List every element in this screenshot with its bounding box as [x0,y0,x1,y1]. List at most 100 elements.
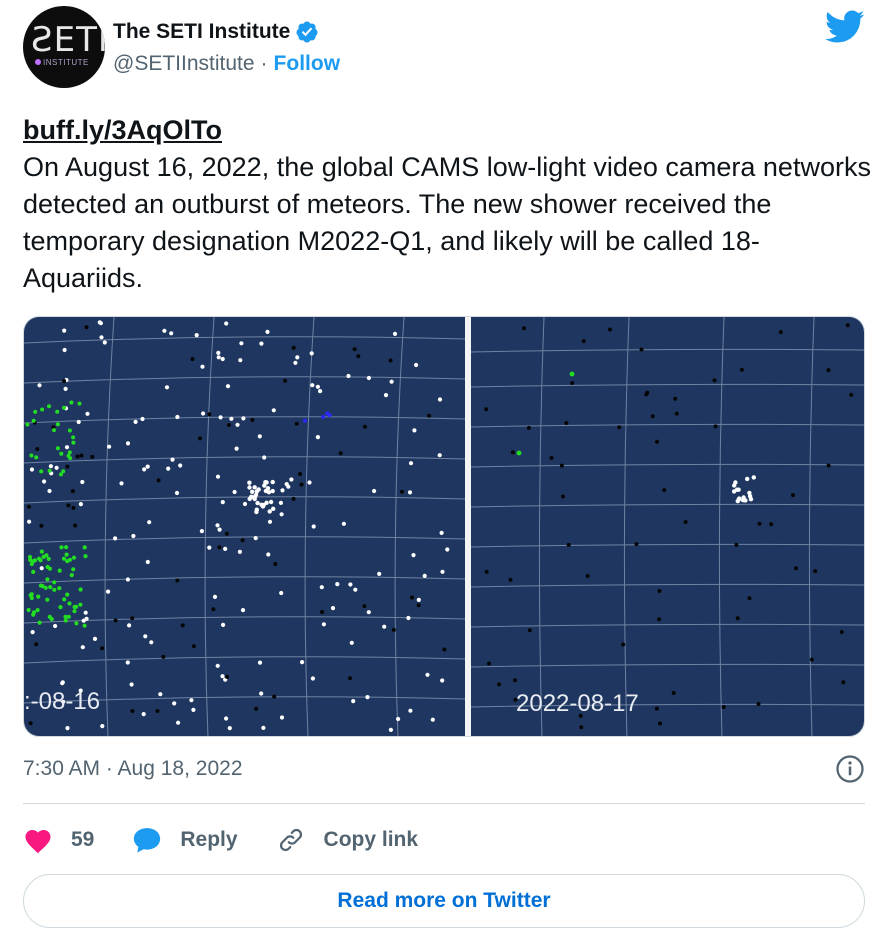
white-meteor-dot [396,716,401,722]
black-meteor-dot [62,379,67,383]
white-meteor-dot [310,383,315,388]
avatar[interactable]: ƧETI INSTITUTE [23,6,105,88]
tweet-media[interactable]: :-08-16 2022-08-17 [23,316,865,737]
white-meteor-dot [76,419,81,425]
radiant-cluster-dot [265,486,271,491]
black-meteor-dot [566,542,571,547]
white-meteor-dot [92,636,98,641]
black-meteor-dot [352,347,357,352]
white-meteor-dot [353,587,358,592]
green-meteor-dot [52,580,57,585]
black-meteor-dot [410,595,414,600]
like-button[interactable]: 59 [23,826,94,854]
white-meteor-dot [64,445,70,450]
white-meteor-dot [215,523,220,528]
black-meteor-dot [254,706,259,711]
black-meteor-dot [79,453,84,458]
green-meteor-dot [71,440,76,445]
white-meteor-dot [437,397,443,402]
green-meteor-dot [49,617,54,622]
green-meteor-dot [52,587,57,592]
info-icon[interactable] [835,754,865,784]
white-meteor-dot [47,488,52,494]
avatar-logo-text: ƧETI [31,20,105,60]
white-meteor-dot [406,615,411,621]
black-meteor-dot [826,463,831,468]
white-meteor-dot [129,682,134,687]
black-meteor-dot [778,330,783,335]
black-meteor-dot [559,463,564,468]
divider [23,803,865,804]
green-meteor-dot [63,618,68,623]
white-meteor-dot [259,341,264,346]
copy-link-button[interactable]: Copy link [276,825,418,855]
green-meteor-dot [47,566,52,571]
black-meteor-dot [484,569,489,574]
black-meteor-dot [294,421,299,426]
white-meteor-dot [257,434,262,439]
black-meteor-dot [671,691,676,695]
green-meteor-dot [26,607,31,613]
white-meteor-dot [54,465,59,470]
black-meteor-dot [513,678,517,683]
radiant-cluster-dot [732,483,737,488]
tweet-timestamp[interactable]: 7:30 AM · Aug 18, 2022 [23,757,243,781]
black-meteor-dot [400,489,404,494]
follow-button[interactable]: Follow [274,52,341,76]
green-meteor-dot [64,552,69,557]
white-meteor-dot [392,331,398,336]
white-meteor-dot [141,712,146,717]
account-handle[interactable]: @SETIInstitute [113,52,255,76]
white-meteor-dot [191,707,196,712]
white-meteor-dot [189,698,194,703]
radiant-cluster-dot [268,499,274,505]
tweet-actions: 59 Reply Copy link [23,818,456,862]
black-meteor-dot [521,326,526,331]
left-panel-date-label: :-08-16 [24,688,100,715]
radiant-cluster-dot [250,489,255,494]
white-meteor-dot [307,480,312,485]
green-meteor-dot [71,567,76,572]
black-meteor-dot [100,646,105,651]
black-meteor-dot [683,520,688,524]
black-meteor-dot [190,357,195,362]
tweet-body: buff.ly/3AqOlTo On August 16, 2022, the … [23,112,873,297]
black-meteor-dot [225,674,229,679]
white-meteor-dot [216,355,221,360]
white-meteor-dot [238,358,243,363]
reply-button[interactable]: Reply [132,826,238,854]
white-meteor-dot [295,355,300,360]
radiant-cluster-dot [247,485,252,490]
radiant-cluster-dot [253,494,258,499]
white-meteor-dot [351,699,356,704]
green-meteor-dot [31,559,36,564]
white-meteor-dot [289,477,294,482]
white-meteor-dot [170,457,175,462]
green-meteor-dot [67,428,72,433]
green-meteor-dot [61,469,66,474]
twitter-bird-icon[interactable] [825,10,865,44]
tweet-link[interactable]: buff.ly/3AqOlTo [23,112,873,149]
black-meteor-dot [769,522,774,527]
display-name[interactable]: The SETI Institute [113,20,290,44]
white-meteor-dot [330,606,336,611]
white-meteor-dot [407,490,413,495]
green-meteor-dot [31,610,37,615]
black-meteor-dot [841,680,846,685]
green-meteor-dot [69,573,74,578]
white-meteor-dot [172,701,177,706]
green-meteor-dot [40,407,45,412]
black-meteor-dot [561,494,565,499]
white-meteor-dot [169,331,174,336]
radiant-cluster-dot [270,488,275,494]
white-meteor-dot [430,717,435,722]
black-meteor-dot [497,682,501,687]
white-meteor-dot [318,389,323,394]
read-more-button[interactable]: Read more on Twitter [23,874,865,928]
white-meteor-dot [63,386,68,391]
white-meteor-dot [145,464,150,469]
white-meteor-dot [408,461,414,466]
white-meteor-dot [224,716,229,721]
black-meteor-dot [363,424,367,429]
radiant-cluster-dot [747,490,752,496]
